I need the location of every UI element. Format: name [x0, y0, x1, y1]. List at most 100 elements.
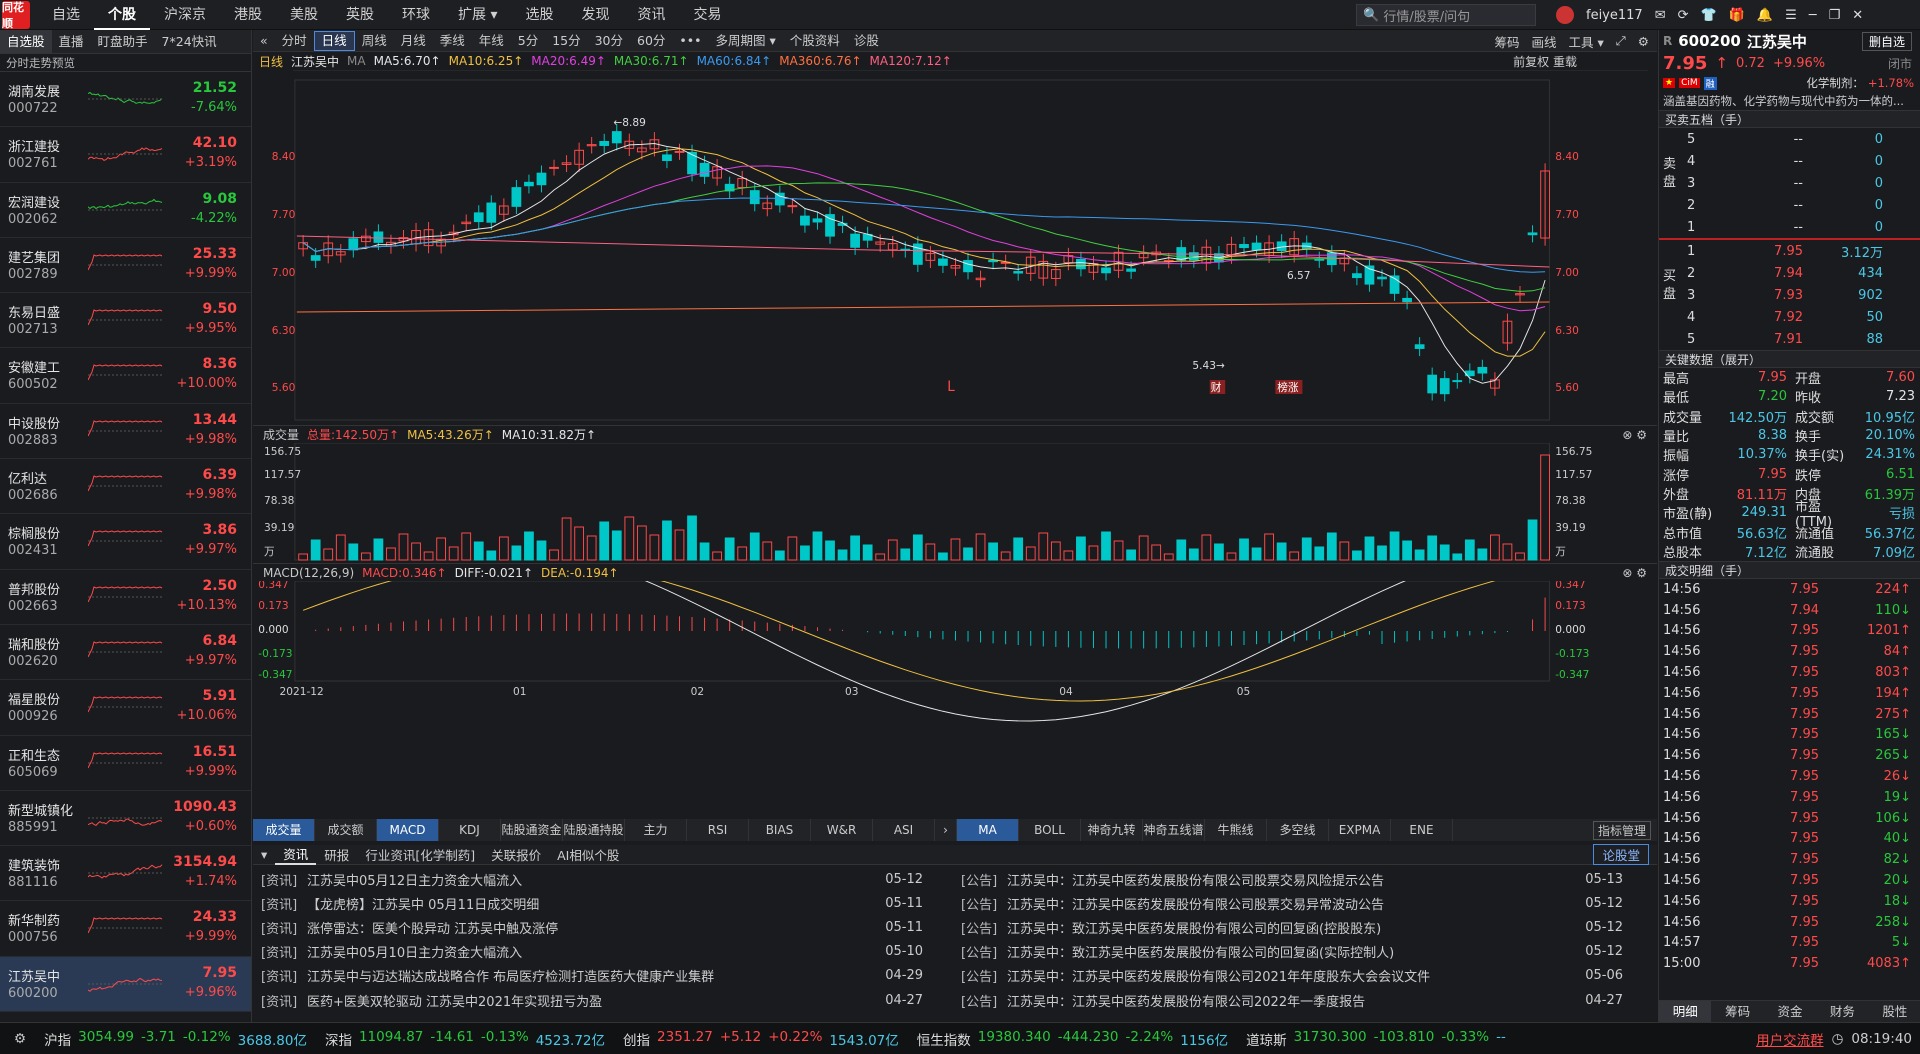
news-item[interactable]: [资讯] 江苏吴中05月12日主力资金大幅流入 05-12 — [253, 867, 933, 891]
indicator-tab-16[interactable]: 牛熊线 — [1205, 819, 1267, 841]
volume-chart[interactable]: 156.75 156.75 117.57 117.57 78.38 78.38 39.19 3… — [253, 443, 1657, 561]
period-tab-14[interactable]: 诊股 — [847, 30, 886, 52]
nav-item-2[interactable]: 沪深京 — [150, 0, 220, 30]
indicator-tab-13[interactable]: BOLL — [1019, 819, 1081, 841]
news-item[interactable]: [资讯] 【龙虎榜】江苏吴中 05月11日成交明细 05-11 — [253, 891, 933, 915]
limitup-tag[interactable]: 榜涨 — [1277, 380, 1298, 394]
remove-watchlist-button[interactable]: 删自选 — [1861, 31, 1912, 51]
news-item[interactable]: [公告] 江苏吴中：致江苏吴中医药发展股份有限公司的回复函(实际控制人) 05-12 — [953, 940, 1633, 964]
watchlist-row[interactable]: 中设股份 002883 13.44 +9.98% — [0, 404, 251, 460]
period-tab-7[interactable]: 5分 — [511, 30, 545, 52]
indicator-tab-18[interactable]: EXPMA — [1329, 819, 1391, 841]
news-item[interactable]: [公告] 江苏吴中：江苏吴中医药发展股份有限公司2022年一季度报告 04-27 — [953, 988, 1633, 1012]
skin-icon[interactable]: 👕 — [1701, 8, 1717, 23]
period-tab-4[interactable]: 月线 — [394, 30, 433, 52]
nav-item-10[interactable]: 资讯 — [623, 0, 679, 30]
bid-row[interactable]: 1 7.95 3.12万 — [1659, 240, 1920, 262]
nav-item-3[interactable]: 港股 — [220, 0, 276, 30]
indicator-tab-2[interactable]: MACD — [377, 819, 439, 841]
indicator-tab-17[interactable]: 多空线 — [1267, 819, 1329, 841]
index-ticker[interactable]: 道琼斯 31730.300 -103.810 -0.33% -- — [1246, 1029, 1506, 1049]
nav-item-9[interactable]: 发现 — [567, 0, 623, 30]
period-tab-2[interactable]: 日线 — [313, 30, 355, 51]
news-item[interactable]: [公告] 江苏吴中：致江苏吴中医药发展股份有限公司的回复函(控股股东) 05-12 — [953, 915, 1633, 939]
gift-icon[interactable]: 🎁 — [1729, 8, 1745, 23]
kline-chart[interactable]: 8.40 7.70 7.00 6.30 5.60 8.40 7.70 7.00 6.30 5.60… — [253, 70, 1657, 423]
community-link[interactable]: 用户交流群 — [1756, 1029, 1824, 1049]
news-title[interactable]: 江苏吴中：江苏吴中医药发展股份有限公司2021年年度股东大会会议文件 — [1007, 966, 1573, 985]
indicator-tab-6[interactable]: 主力 — [625, 819, 687, 841]
period-tab-0[interactable]: « — [253, 30, 275, 52]
maximize-button[interactable]: ❐ — [1829, 8, 1841, 23]
ask-row[interactable]: 4 -- 0 — [1659, 150, 1920, 172]
watchlist-row[interactable]: 新华制药 000756 24.33 +9.99% — [0, 901, 251, 957]
indicator-tab-15[interactable]: 神奇五线谱 — [1143, 819, 1205, 841]
bell-icon[interactable]: 🔔 — [1757, 8, 1773, 23]
indicator-tab-9[interactable]: W&R — [811, 819, 873, 841]
news-title[interactable]: 江苏吴中05月10日主力资金大幅流入 — [307, 942, 873, 961]
watchlist-row[interactable]: 棕榈股份 002431 3.86 +9.97% — [0, 514, 251, 570]
chart-tool-0[interactable]: 筹码 — [1494, 32, 1519, 51]
forum-button[interactable]: 论股堂 — [1593, 844, 1649, 865]
news-item[interactable]: [资讯] 江苏吴中与迈达瑞达成战略合作 布局医疗检测打造医药大健康产业集群 04-2… — [253, 964, 933, 988]
indicator-tab-1[interactable]: 成交额 — [315, 819, 377, 841]
index-ticker[interactable]: 沪指 3054.99 -3.71 -0.12% 3688.80亿 — [44, 1029, 307, 1049]
news-item[interactable]: [资讯] 江苏吴中05月10日主力资金大幅流入 05-10 — [253, 940, 933, 964]
watchlist-row[interactable]: 瑞和股份 002620 6.84 +9.97% — [0, 625, 251, 681]
news-item[interactable]: [资讯] 涨停雷达：医美个股异动 江苏吴中触及涨停 05-11 — [253, 915, 933, 939]
news-tab-0[interactable]: 资讯 — [275, 844, 317, 865]
chart-tool-2[interactable]: 工具 ▾ — [1569, 32, 1604, 51]
indicator-tab-11[interactable]: › — [935, 819, 957, 841]
collapse-icon[interactable]: ▾ — [253, 847, 275, 862]
indicator-tab-7[interactable]: RSI — [687, 819, 749, 841]
close-icon[interactable]: ⊗ ⚙ — [1622, 566, 1647, 580]
nav-item-11[interactable]: 交易 — [679, 0, 735, 30]
watchlist-row[interactable]: 建艺集团 002789 25.33 +9.99% — [0, 238, 251, 294]
industry-label[interactable]: 化学制剂： — [1806, 75, 1864, 91]
search-input[interactable]: 行情/股票/问句 — [1383, 6, 1470, 25]
watchlist-row[interactable]: 普邦股份 002663 2.50 +10.13% — [0, 570, 251, 625]
nav-item-7[interactable]: 扩展 ▾ — [444, 0, 511, 30]
ma-label[interactable]: MA — [347, 54, 366, 68]
quote-tab-3[interactable]: 财务 — [1816, 1001, 1868, 1022]
indicator-tab-5[interactable]: 陆股通持股 — [563, 819, 625, 841]
watchlist-tab-2[interactable]: 盯盘助手 — [91, 30, 155, 53]
bid-row[interactable]: 3 7.93 902 — [1659, 284, 1920, 306]
news-title[interactable]: 江苏吴中：江苏吴中医药发展股份有限公司股票交易异常波动公告 — [1007, 894, 1573, 913]
index-ticker[interactable]: 深指 11094.87 -14.61 -0.13% 4523.72亿 — [325, 1029, 605, 1049]
nav-item-0[interactable]: 自选 — [38, 0, 94, 30]
news-title[interactable]: 江苏吴中：致江苏吴中医药发展股份有限公司的回复函(控股股东) — [1007, 918, 1573, 937]
news-title[interactable]: 江苏吴中：江苏吴中医药发展股份有限公司2022年一季度报告 — [1007, 991, 1573, 1010]
news-tab-4[interactable]: AI相似个股 — [549, 845, 627, 864]
period-tab-8[interactable]: 15分 — [545, 30, 587, 52]
ask-row[interactable]: 3 -- 0 — [1659, 172, 1920, 194]
close-button[interactable]: ✕ — [1852, 8, 1863, 23]
indicator-tab-0[interactable]: 成交量 — [253, 819, 315, 841]
indicator-tab-4[interactable]: 陆股通资金 — [501, 819, 563, 841]
refresh-icon[interactable]: ⟳ — [1678, 8, 1689, 23]
message-icon[interactable]: ✉ — [1655, 8, 1666, 23]
watchlist-row[interactable]: 湖南发展 000722 21.52 -7.64% — [0, 72, 251, 128]
nav-item-8[interactable]: 选股 — [511, 0, 567, 30]
period-tab-11[interactable]: ••• — [672, 30, 708, 52]
nav-item-6[interactable]: 环球 — [388, 0, 444, 30]
avatar[interactable] — [1556, 6, 1574, 24]
news-item[interactable]: [公告] 江苏吴中：江苏吴中医药发展股份有限公司2021年年度股东大会会议文件 05… — [953, 964, 1633, 988]
period-tab-6[interactable]: 年线 — [472, 30, 511, 52]
settings-icon[interactable]: ⚙ — [14, 1031, 26, 1047]
period-tab-1[interactable]: 分时 — [275, 30, 314, 52]
watchlist-row[interactable]: 建筑装饰 881116 3154.94 +1.74% — [0, 846, 251, 902]
nav-item-4[interactable]: 美股 — [276, 0, 332, 30]
search-box[interactable]: 🔍 行情/股票/问句 — [1356, 4, 1536, 26]
indicator-tab-19[interactable]: ENE — [1391, 819, 1453, 841]
watchlist-row[interactable]: 浙江建投 002761 42.10 +3.19% — [0, 127, 251, 183]
indicator-tab-12[interactable]: MA — [957, 819, 1019, 841]
news-item[interactable]: [公告] 江苏吴中：江苏吴中医药发展股份有限公司股票交易风险提示公告 05-13 — [953, 867, 1633, 891]
indicator-tab-14[interactable]: 神奇九转 — [1081, 819, 1143, 841]
ask-row[interactable]: 5 -- 0 — [1659, 128, 1920, 150]
news-title[interactable]: 江苏吴中：致江苏吴中医药发展股份有限公司的回复函(实际控制人) — [1007, 942, 1573, 961]
quote-tab-1[interactable]: 筹码 — [1711, 1001, 1763, 1022]
news-title[interactable]: 江苏吴中：江苏吴中医药发展股份有限公司股票交易风险提示公告 — [1007, 870, 1573, 889]
period-tab-5[interactable]: 季线 — [433, 30, 472, 52]
indicator-tab-3[interactable]: KDJ — [439, 819, 501, 841]
